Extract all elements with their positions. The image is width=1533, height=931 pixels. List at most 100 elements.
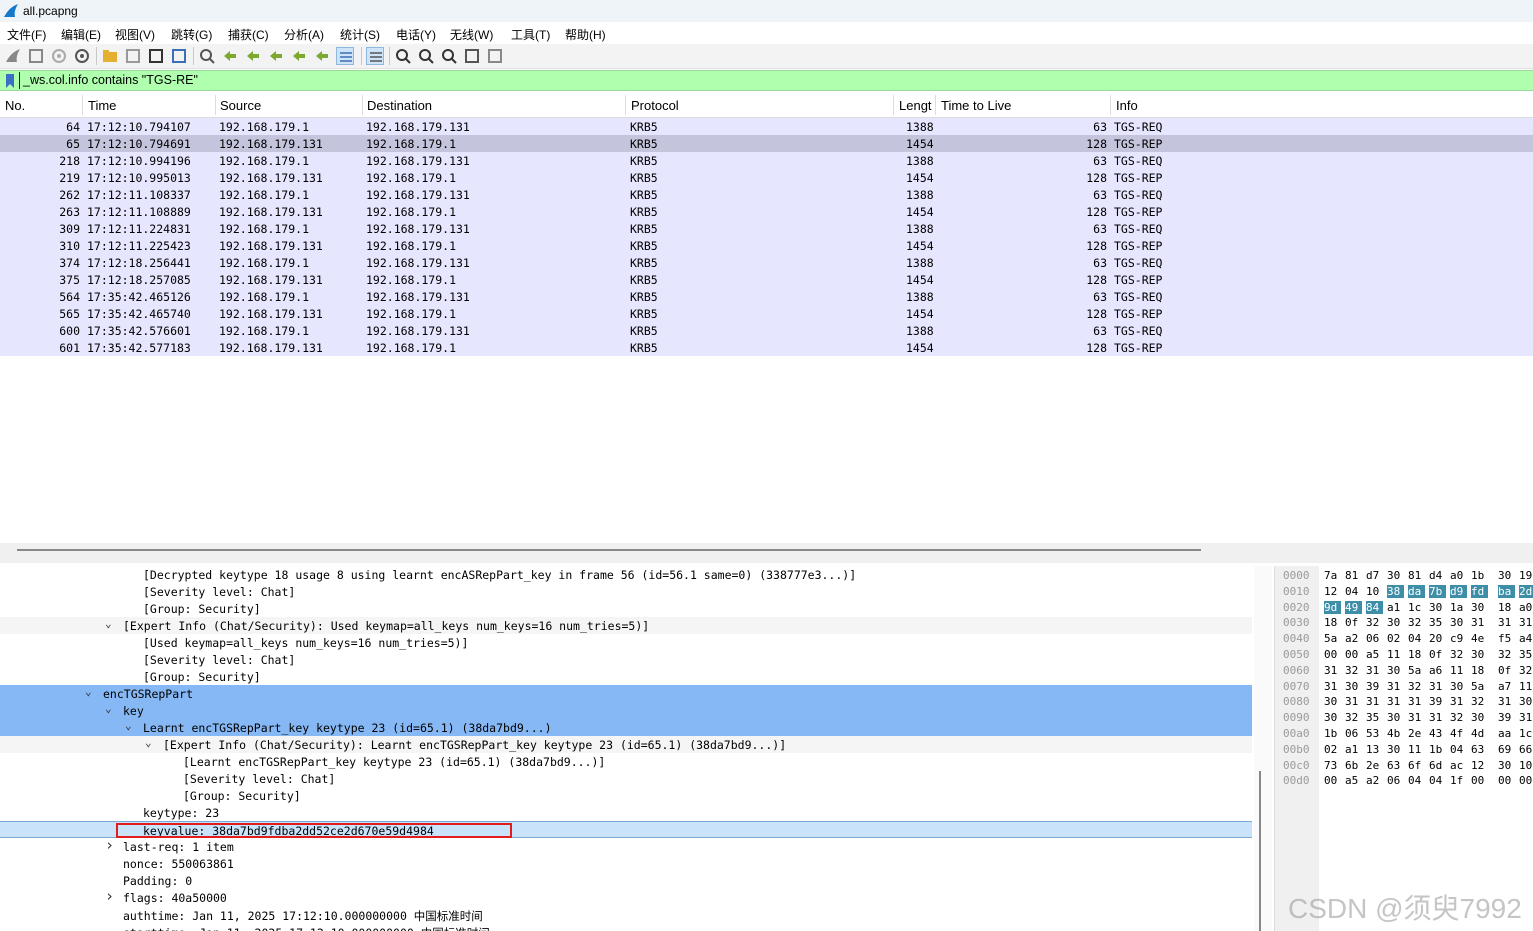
menu-item-8[interactable]: 无线(W) — [450, 26, 493, 43]
hex-byte[interactable]: 49 — [1345, 600, 1362, 614]
hex-byte[interactable]: d9 — [1450, 584, 1467, 598]
hex-byte[interactable]: 31 — [1366, 664, 1383, 677]
hex-row[interactable]: 00a0 1b 06 53 4b 2e 43 4f 4d aa 1c — [1275, 726, 1533, 741]
hex-byte[interactable]: 4f — [1450, 727, 1467, 740]
hex-byte[interactable]: 00 — [1324, 774, 1341, 787]
go-back-icon[interactable] — [221, 47, 239, 65]
hex-byte[interactable]: 00 — [1498, 774, 1515, 787]
shark-fin-start-icon[interactable] — [4, 47, 22, 65]
hex-byte[interactable]: 06 — [1387, 774, 1404, 787]
chevron-right-icon[interactable]: › — [105, 887, 114, 905]
zoom-normal-icon[interactable] — [440, 47, 458, 65]
hex-byte[interactable]: 43 — [1429, 727, 1446, 740]
hex-byte[interactable]: a2 — [1366, 774, 1383, 787]
hex-byte[interactable]: a6 — [1429, 664, 1446, 677]
hex-byte[interactable]: 04 — [1408, 632, 1425, 645]
detail-row[interactable]: [Severity level: Chat] — [0, 583, 1252, 600]
packet-list[interactable]: No. Time Source Destination Protocol Lengt Tim… — [0, 93, 1533, 543]
detail-row[interactable]: [Group: Security] — [0, 668, 1252, 685]
hex-row[interactable]: 0050 00 00 a5 11 18 0f 32 30 32 35 — [1275, 647, 1533, 662]
hex-row[interactable]: 0060 31 32 31 30 5a a6 11 18 0f 32 — [1275, 663, 1533, 678]
hex-byte[interactable]: 30 — [1324, 711, 1341, 724]
hex-byte[interactable]: 30 — [1387, 743, 1404, 756]
hex-byte[interactable]: 2e — [1408, 727, 1425, 740]
hex-byte[interactable]: a1 — [1387, 601, 1404, 614]
menu-item-5[interactable]: 分析(A) — [284, 26, 324, 43]
column-divider-5[interactable] — [935, 95, 936, 115]
hex-byte[interactable]: 30 — [1498, 759, 1515, 772]
packet-row[interactable]: 65 17:12:10.794691 192.168.179.131 192.168.… — [0, 135, 1533, 152]
hex-byte[interactable]: 38 — [1387, 584, 1404, 598]
hex-byte[interactable]: 00 — [1324, 648, 1341, 661]
hex-byte[interactable]: 32 — [1471, 695, 1488, 708]
hex-byte[interactable]: 32 — [1519, 664, 1533, 677]
zoom-in-icon[interactable] — [394, 47, 412, 65]
packet-bytes-pane[interactable]: 0000 7a 81 d7 30 81 d4 a0 1b 30 19 0010 12 04 10 38 da 7b… — [1274, 566, 1533, 931]
close-file-icon[interactable] — [147, 47, 165, 65]
detail-row[interactable]: [Severity level: Chat] — [0, 651, 1252, 668]
hex-byte[interactable]: a4 — [1519, 632, 1533, 645]
column-header-2[interactable]: Source — [220, 98, 261, 113]
hex-byte[interactable]: 06 — [1366, 632, 1383, 645]
hex-byte[interactable]: 7a — [1324, 569, 1341, 582]
hex-byte[interactable]: 6f — [1408, 759, 1425, 772]
chevron-down-icon[interactable]: ⌄ — [105, 702, 112, 715]
hex-byte[interactable]: 04 — [1345, 585, 1362, 598]
hex-row[interactable]: 0020 9d 49 84 a1 1c 30 1a 30 18 a0 — [1275, 600, 1533, 615]
menu-item-6[interactable]: 统计(S) — [340, 26, 380, 43]
hex-byte[interactable]: d7 — [1366, 569, 1383, 582]
hex-byte[interactable]: 18 — [1324, 616, 1341, 629]
hex-byte[interactable]: 31 — [1345, 695, 1362, 708]
hex-byte[interactable]: 31 — [1498, 616, 1515, 629]
hex-byte[interactable]: 35 — [1429, 616, 1446, 629]
stop-icon[interactable] — [27, 47, 45, 65]
resize-columns-icon[interactable] — [463, 47, 481, 65]
restart-icon[interactable] — [50, 47, 68, 65]
hex-byte[interactable]: 00 — [1519, 774, 1533, 787]
detail-row[interactable]: ⌄ Learnt encTGSRepPart_key keytype 23 (id… — [0, 719, 1252, 736]
detail-row[interactable]: ⌄ [Expert Info (Chat/Security): Learnt en… — [0, 736, 1252, 753]
hex-byte[interactable]: f5 — [1498, 632, 1515, 645]
hex-byte[interactable]: 19 — [1519, 569, 1533, 582]
hex-row[interactable]: 0080 30 31 31 31 31 39 31 32 31 30 — [1275, 694, 1533, 709]
hex-row[interactable]: 0070 31 30 39 31 32 31 30 5a a7 11 — [1275, 679, 1533, 694]
hex-byte[interactable]: 30 — [1345, 680, 1362, 693]
column-header-5[interactable]: Lengt — [899, 98, 932, 113]
hex-byte[interactable]: a7 — [1498, 680, 1515, 693]
hex-byte[interactable]: a2 — [1345, 632, 1362, 645]
hex-byte[interactable]: 2e — [1366, 759, 1383, 772]
details-vertical-scrollbar[interactable] — [1254, 566, 1272, 931]
hex-byte[interactable]: 6d — [1429, 759, 1446, 772]
hex-byte[interactable]: 31 — [1408, 711, 1425, 724]
column-divider-6[interactable] — [1110, 95, 1111, 115]
colorize-icon[interactable] — [366, 47, 384, 65]
packet-row[interactable]: 374 17:12:18.256441 192.168.179.1 192.168.1… — [0, 254, 1533, 271]
hex-byte[interactable]: 11 — [1519, 680, 1533, 693]
hex-byte[interactable]: 31 — [1429, 680, 1446, 693]
hex-byte[interactable]: 06 — [1345, 727, 1362, 740]
hex-byte[interactable]: 30 — [1519, 695, 1533, 708]
hex-row[interactable]: 00b0 02 a1 13 30 11 1b 04 63 69 66 — [1275, 742, 1533, 757]
packet-row[interactable]: 263 17:12:11.108889 192.168.179.131 192.168… — [0, 203, 1533, 220]
hex-byte[interactable]: 66 — [1519, 743, 1533, 756]
hex-byte[interactable]: da — [1408, 584, 1425, 598]
hex-byte[interactable]: 18 — [1408, 648, 1425, 661]
detail-row[interactable]: ⌄ [Expert Info (Chat/Security): Used keym… — [0, 617, 1252, 634]
detail-row[interactable]: ⌄ encTGSRepPart — [0, 685, 1252, 702]
column-divider-3[interactable] — [625, 95, 626, 115]
hex-byte[interactable]: 1b — [1324, 727, 1341, 740]
go-forward-icon[interactable] — [244, 47, 262, 65]
hex-byte[interactable]: 4d — [1471, 727, 1488, 740]
hex-byte[interactable]: 63 — [1471, 743, 1488, 756]
hex-byte[interactable]: d4 — [1429, 569, 1446, 582]
hex-byte[interactable]: 31 — [1387, 680, 1404, 693]
horizontal-scrollbar[interactable] — [17, 549, 1201, 551]
hex-byte[interactable]: 31 — [1498, 695, 1515, 708]
hex-byte[interactable]: 32 — [1450, 648, 1467, 661]
hex-byte[interactable]: 53 — [1366, 727, 1383, 740]
hex-byte[interactable]: 69 — [1498, 743, 1515, 756]
hex-byte[interactable]: 30 — [1387, 664, 1404, 677]
hex-byte[interactable]: 73 — [1324, 759, 1341, 772]
hex-byte[interactable]: 18 — [1471, 664, 1488, 677]
hex-byte[interactable]: 32 — [1498, 648, 1515, 661]
